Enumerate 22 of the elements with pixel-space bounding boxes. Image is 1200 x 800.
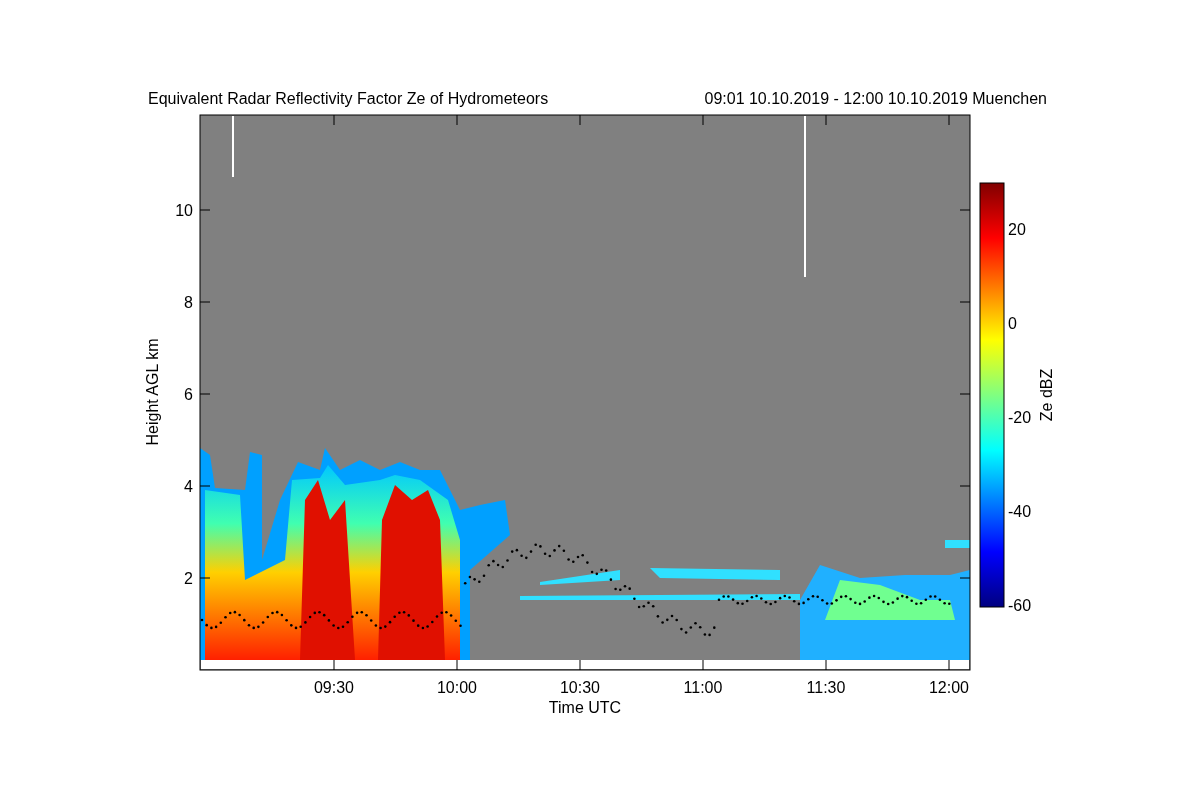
x-axis-label: Time UTC [548,699,622,716]
data-gap-line [232,116,234,177]
chart-title: Equivalent Radar Reflectivity Factor Ze of Hydrometeors [148,90,549,107]
colorbar-label: Ze dBZ [1038,368,1055,422]
x-tick-label: 09:30 [314,679,354,696]
colorbar-tick-label: -60 [1008,597,1032,614]
y-axis-label: Height AGL km [144,338,161,446]
x-tick-label: 10:00 [437,679,477,696]
y-tick-label: 10 [175,202,193,219]
colorbar-tick-label: 0 [1008,315,1017,332]
colorbar-tick-label: -40 [1008,503,1032,520]
y-tick-label: 6 [184,386,193,403]
y-tick-label: 4 [184,478,193,495]
colorbar-tick-label: -20 [1008,409,1032,426]
x-tick-label: 12:00 [929,679,969,696]
colorbar-tick-label: 20 [1008,221,1026,238]
y-tick-label: 8 [184,294,193,311]
y-tick-label: 2 [184,570,193,587]
x-tick-label: 11:00 [683,679,723,696]
chart-period: 09:01 10.10.2019 - 12:00 10.10.2019 Muenchen [704,90,1047,107]
x-tick-label: 10:30 [560,679,600,696]
x-tick-label: 11:30 [806,679,846,696]
